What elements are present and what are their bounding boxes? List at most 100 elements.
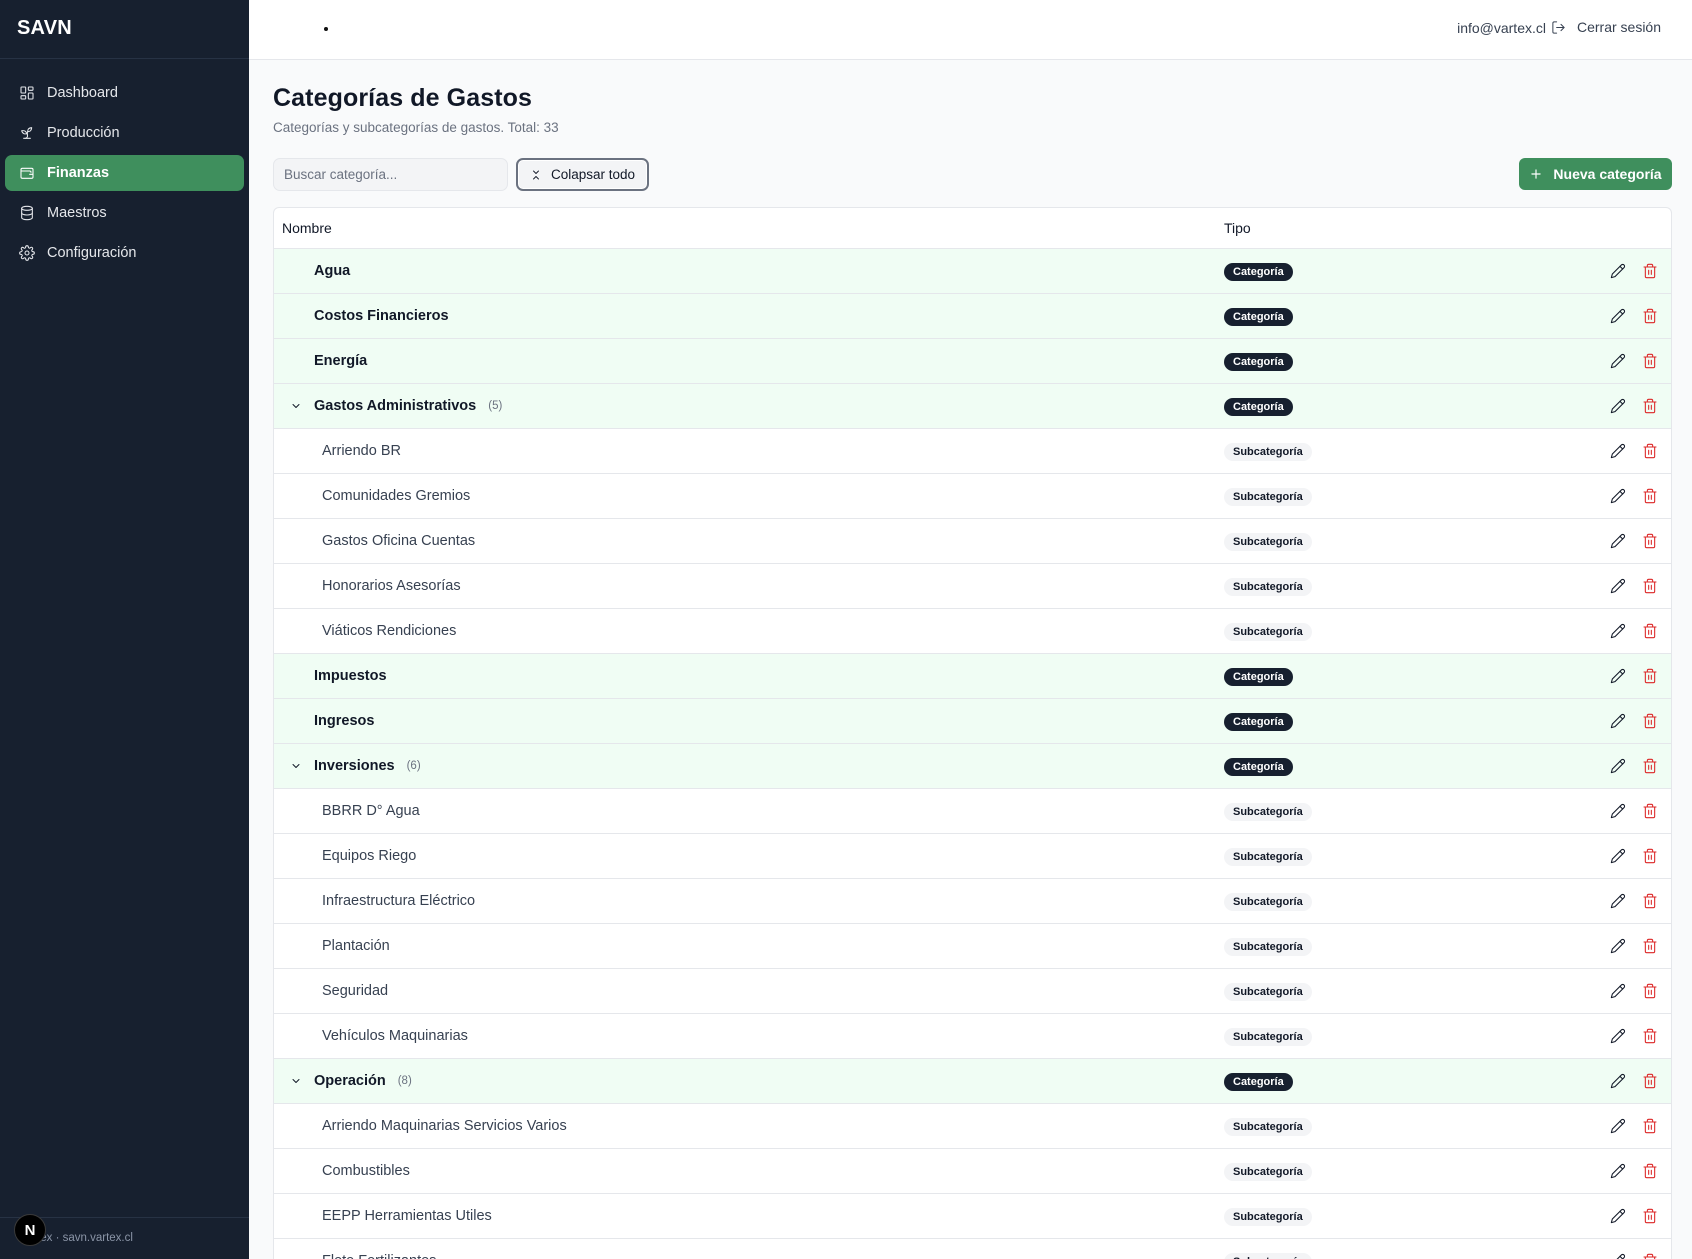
category-row[interactable]: Inversiones (6) Categoría [274,744,1671,789]
trash-icon[interactable] [1641,397,1659,415]
type-badge: Categoría [1224,667,1293,686]
name-cell: Arriendo BR [274,443,1224,459]
type-cell: Subcategoría [1224,1252,1312,1259]
type-badge: Subcategoría [1224,532,1312,551]
type-badge: Subcategoría [1224,622,1312,641]
subcategory-row: Seguridad Subcategoría [274,969,1671,1014]
sidebar-item-finanzas[interactable]: Finanzas [5,155,244,191]
trash-icon[interactable] [1641,712,1659,730]
row-actions [1609,307,1659,325]
edit-icon[interactable] [1609,1072,1627,1090]
trash-icon[interactable] [1641,1162,1659,1180]
row-actions [1609,442,1659,460]
sidebar-item-configuracion[interactable]: Configuración [5,235,244,271]
edit-icon[interactable] [1609,1162,1627,1180]
sidebar-item-maestros[interactable]: Maestros [5,195,244,231]
name-cell: Gastos Oficina Cuentas [274,533,1224,549]
trash-icon[interactable] [1641,1117,1659,1135]
edit-icon[interactable] [1609,397,1627,415]
trash-icon[interactable] [1641,1027,1659,1045]
subcategory-row: Flete Fertilizantes Subcategoría [274,1239,1671,1259]
edit-icon[interactable] [1609,1117,1627,1135]
sidebar-item-dashboard[interactable]: Dashboard [5,75,244,111]
chevron-down-icon[interactable] [290,760,302,772]
page-subtitle: Categorías y subcategorías de gastos. To… [273,120,559,135]
trash-icon[interactable] [1641,937,1659,955]
column-header-type: Tipo [1224,220,1251,236]
subcategory-row: Gastos Oficina Cuentas Subcategoría [274,519,1671,564]
edit-icon[interactable] [1609,802,1627,820]
trash-icon[interactable] [1641,487,1659,505]
logout-button[interactable]: Cerrar sesión [1551,19,1661,35]
category-row[interactable]: Gastos Administrativos (5) Categoría [274,384,1671,429]
edit-icon[interactable] [1609,622,1627,640]
edit-icon[interactable] [1609,442,1627,460]
collapse-all-label: Colapsar todo [550,167,636,182]
trash-icon[interactable] [1641,802,1659,820]
sidebar-item-label: Finanzas [47,165,110,181]
sidebar-item-produccion[interactable]: Producción [5,115,244,151]
edit-icon[interactable] [1609,892,1627,910]
trash-icon[interactable] [1641,262,1659,280]
trash-icon[interactable] [1641,1072,1659,1090]
brand-logo[interactable]: SAVN [0,0,249,59]
name-cell: Impuestos [274,668,1224,684]
trash-icon[interactable] [1641,1252,1659,1259]
trash-icon[interactable] [1641,892,1659,910]
row-name: Viáticos Rendiciones [322,623,457,639]
row-name: Plantación [322,938,390,954]
trash-icon[interactable] [1641,352,1659,370]
edit-icon[interactable] [1609,1252,1627,1259]
edit-icon[interactable] [1609,667,1627,685]
edit-icon[interactable] [1609,847,1627,865]
trash-icon[interactable] [1641,532,1659,550]
chevron-down-icon[interactable] [290,400,302,412]
log-out-icon [1552,20,1565,34]
row-actions [1609,352,1659,370]
edit-icon[interactable] [1609,577,1627,595]
trash-icon[interactable] [1641,1207,1659,1225]
trash-icon[interactable] [1641,622,1659,640]
type-cell: Categoría [1224,1072,1293,1091]
edit-icon[interactable] [1609,352,1627,370]
name-cell: Inversiones (6) [274,758,1224,774]
row-name: Agua [314,263,351,279]
sidebar-item-label: Producción [47,125,120,141]
edit-icon[interactable] [1609,307,1627,325]
edit-icon[interactable] [1609,532,1627,550]
row-name: Ingresos [314,713,375,729]
subcategory-row: BBRR D° Agua Subcategoría [274,789,1671,834]
row-name: Equipos Riego [322,848,417,864]
edit-icon[interactable] [1609,712,1627,730]
trash-icon[interactable] [1641,667,1659,685]
trash-icon[interactable] [1641,307,1659,325]
row-actions [1609,1117,1659,1135]
categories-table: Nombre Tipo Agua Categoría Costos Financie… [273,207,1672,1259]
category-row[interactable]: Operación (8) Categoría [274,1059,1671,1104]
edit-icon[interactable] [1609,937,1627,955]
edit-icon[interactable] [1609,1207,1627,1225]
next-dev-badge[interactable]: N [14,1214,46,1246]
type-cell: Subcategoría [1224,442,1312,461]
search-input[interactable] [273,158,508,191]
edit-icon[interactable] [1609,982,1627,1000]
trash-icon[interactable] [1641,442,1659,460]
trash-icon[interactable] [1641,757,1659,775]
name-cell: Agua [274,263,1224,279]
type-badge: Subcategoría [1224,937,1312,956]
trash-icon[interactable] [1641,577,1659,595]
table-body: Agua Categoría Costos Financieros Categoría… [274,249,1671,1259]
edit-icon[interactable] [1609,757,1627,775]
edit-icon[interactable] [1609,487,1627,505]
collapse-all-button[interactable]: Colapsar todo [516,158,649,191]
name-cell: Equipos Riego [274,848,1224,864]
edit-icon[interactable] [1609,262,1627,280]
type-badge: Subcategoría [1224,1027,1312,1046]
subcategory-row: Infraestructura Eléctrico Subcategoría [274,879,1671,924]
new-category-button[interactable]: Nueva categoría [1519,158,1672,190]
trash-icon[interactable] [1641,847,1659,865]
chevron-down-icon[interactable] [290,1075,302,1087]
row-actions [1609,577,1659,595]
trash-icon[interactable] [1641,982,1659,1000]
edit-icon[interactable] [1609,1027,1627,1045]
